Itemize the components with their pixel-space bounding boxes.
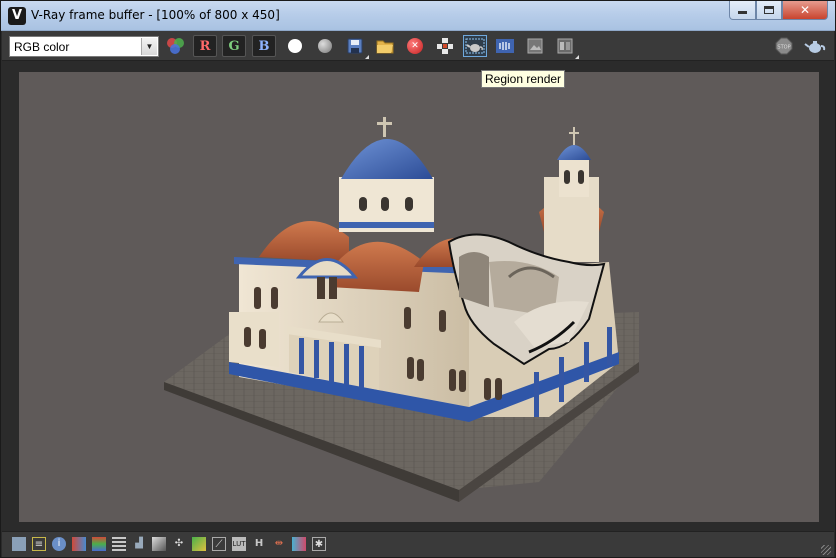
region-render-button[interactable] — [463, 35, 487, 57]
white-alpha-button[interactable] — [283, 35, 307, 57]
render-last-icon[interactable] — [12, 537, 26, 551]
h-button[interactable]: H — [252, 537, 266, 551]
curve-icon[interactable]: ⟋ — [212, 537, 226, 551]
link-to-vfb-button[interactable] — [493, 35, 517, 57]
channel-dropdown-value: RGB color — [14, 40, 70, 54]
display-correction-icon[interactable] — [292, 537, 306, 551]
lut-icon[interactable] — [92, 537, 106, 551]
region-render-tooltip: Region render — [481, 70, 566, 88]
save-image-button[interactable] — [343, 35, 369, 59]
grid-cross-icon — [437, 38, 453, 54]
folder-icon — [376, 40, 394, 54]
floppy-disk-icon — [347, 38, 363, 54]
teapot-region-icon — [465, 38, 485, 54]
bottom-toolbar: ≡ i ▟ ✣ ⟋ LUT H ⇹ ✱ — [2, 531, 834, 557]
red-channel-label: R — [199, 38, 211, 54]
stop-render-button[interactable]: STOP — [772, 35, 796, 57]
stop-sign-icon: STOP — [775, 37, 793, 55]
rgb-circles-icon — [167, 38, 185, 54]
lut-file-icon[interactable]: LUT — [232, 537, 246, 551]
blue-channel-label: B — [258, 38, 270, 54]
grey-circle-icon — [318, 39, 332, 53]
compare-button[interactable] — [553, 35, 579, 59]
image-viewport[interactable] — [2, 62, 834, 531]
rendered-image[interactable] — [19, 72, 819, 522]
follow-mouse-button[interactable] — [433, 35, 457, 57]
star-icon[interactable]: ✱ — [312, 537, 326, 551]
minimize-button[interactable] — [729, 1, 756, 20]
sRGB-icon[interactable] — [192, 537, 206, 551]
title-bar[interactable]: V V-Ray frame buffer - [100% of 800 x 45… — [1, 1, 835, 31]
main-toolbar: RGB color ▼ R G B ✕ STOP — [2, 31, 834, 61]
rgb-channels-button[interactable] — [164, 35, 188, 57]
mono-button[interactable] — [313, 35, 337, 57]
close-button[interactable]: ✕ — [782, 1, 828, 20]
exposure-icon[interactable]: ✣ — [172, 537, 186, 551]
green-channel-label: G — [228, 38, 240, 54]
vfb-window: V V-Ray frame buffer - [100% of 800 x 45… — [0, 0, 836, 558]
resize-grip-icon[interactable] — [821, 545, 831, 555]
load-image-button[interactable] — [373, 35, 397, 57]
history-button[interactable] — [523, 35, 547, 57]
clear-image-button[interactable]: ✕ — [403, 35, 427, 57]
blue-channel-button[interactable]: B — [252, 35, 276, 57]
maximize-button[interactable] — [756, 1, 782, 20]
close-icon: ✕ — [799, 3, 811, 17]
chevron-down-icon[interactable]: ▼ — [141, 38, 157, 55]
red-x-icon: ✕ — [407, 38, 423, 54]
white-circle-icon — [288, 39, 302, 53]
minimize-icon — [738, 11, 747, 14]
film-strip-icon — [496, 39, 514, 53]
red-channel-button[interactable]: R — [193, 35, 217, 57]
render-button[interactable] — [803, 35, 827, 57]
levels-icon[interactable] — [112, 537, 126, 551]
info-icon[interactable]: i — [52, 537, 66, 551]
teapot-icon — [804, 41, 826, 53]
color-correct-icon[interactable] — [72, 537, 86, 551]
pixel-aspect-icon[interactable]: ⇹ — [272, 537, 286, 551]
histogram-icon[interactable]: ▟ — [132, 537, 146, 551]
vray-logo-icon[interactable]: V — [8, 7, 26, 25]
ab-compare-icon — [557, 38, 573, 54]
maximize-icon — [764, 6, 774, 14]
channel-dropdown[interactable]: RGB color ▼ — [9, 36, 159, 57]
image-icon — [527, 38, 543, 54]
stop-label: STOP — [777, 45, 790, 51]
green-channel-button[interactable]: G — [222, 35, 246, 57]
history-icon[interactable]: ≡ — [32, 537, 46, 551]
church-render-image — [164, 117, 639, 502]
curves-icon[interactable] — [152, 537, 166, 551]
window-title: V-Ray frame buffer - [100% of 800 x 450] — [31, 8, 280, 22]
